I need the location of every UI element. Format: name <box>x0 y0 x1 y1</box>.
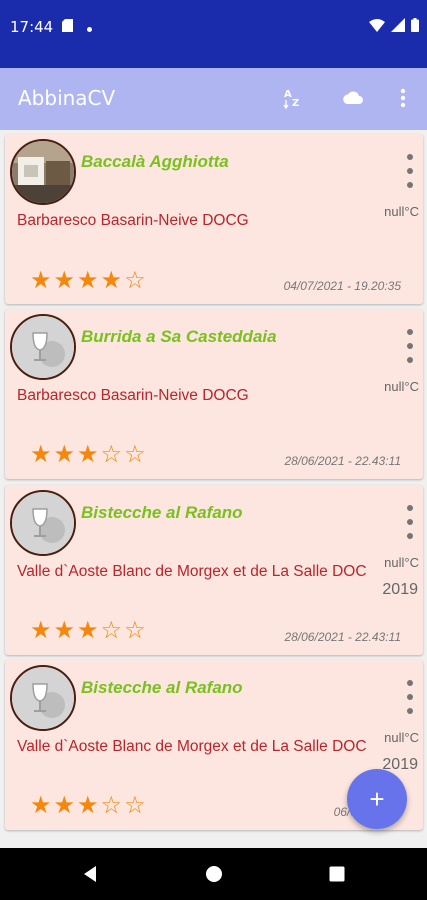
star-filled-icon: ★ <box>30 617 52 644</box>
temperature: null°C <box>384 204 419 219</box>
star-empty-icon: ☆ <box>100 792 123 819</box>
star-empty-icon: ☆ <box>124 792 146 819</box>
svg-text:Z: Z <box>292 98 299 109</box>
star-filled-icon: ★ <box>30 792 52 819</box>
wifi-icon <box>369 18 385 37</box>
signal-icon <box>391 18 405 37</box>
rating-stars: ★ ★ ★ ☆ ☆ <box>30 619 146 643</box>
app-title: AbbinaCV <box>18 86 116 110</box>
app-bar: AbbinaCV A Z <box>0 68 427 130</box>
star-empty-icon: ☆ <box>100 441 123 468</box>
wine-glass-placeholder-icon <box>10 665 76 731</box>
star-empty-icon: ☆ <box>124 617 146 644</box>
card-menu-icon[interactable] <box>403 680 417 714</box>
sd-card-icon <box>62 19 73 37</box>
star-filled-icon: ★ <box>77 441 99 468</box>
star-filled-icon: ★ <box>30 267 52 294</box>
star-filled-icon: ★ <box>100 267 123 294</box>
vintage-year: 2019 <box>382 581 418 598</box>
wine-name: Valle d`Aoste Blanc de Morgex et de La S… <box>17 563 367 580</box>
system-nav-bar <box>0 848 427 900</box>
timestamp: 04/07/2021 - 19.20:35 <box>283 279 401 293</box>
list-item[interactable]: Burrida a Sa Casteddaia null°C Barbaresc… <box>5 309 423 479</box>
wine-glass-placeholder-icon <box>10 490 76 556</box>
star-empty-icon: ☆ <box>124 267 146 294</box>
card-menu-icon[interactable] <box>403 329 417 363</box>
timestamp: 28/06/2021 - 22.43:11 <box>284 454 401 468</box>
battery-icon <box>411 18 419 37</box>
star-filled-icon: ★ <box>77 792 99 819</box>
star-empty-icon: ☆ <box>100 617 123 644</box>
star-filled-icon: ★ <box>77 617 99 644</box>
star-filled-icon: ★ <box>53 267 76 294</box>
more-vert-icon[interactable] <box>389 84 417 112</box>
star-filled-icon: ★ <box>77 267 99 294</box>
pairing-list: Baccalà Agghiotta null°C Barbaresco Basa… <box>0 130 427 848</box>
cloud-icon[interactable] <box>339 84 367 112</box>
wine-name: Valle d`Aoste Blanc de Morgex et de La S… <box>17 738 367 755</box>
add-button[interactable]: + <box>347 769 407 829</box>
temperature: null°C <box>384 730 419 745</box>
notification-dot-icon <box>87 19 92 37</box>
wine-name: Barbaresco Basarin-Neive DOCG <box>17 387 249 404</box>
status-time: 17:44 <box>10 18 54 36</box>
timestamp: 28/06/2021 - 22.43:11 <box>284 630 401 644</box>
dish-name: Bistecche al Rafano <box>81 503 243 522</box>
card-menu-icon[interactable] <box>403 505 417 539</box>
dish-name: Baccalà Agghiotta <box>81 152 229 171</box>
star-filled-icon: ★ <box>53 441 76 468</box>
rating-stars: ★ ★ ★ ☆ ☆ <box>30 443 146 467</box>
star-filled-icon: ★ <box>53 792 76 819</box>
rating-stars: ★ ★ ★ ☆ ☆ <box>30 794 146 818</box>
dish-name: Burrida a Sa Casteddaia <box>81 327 277 346</box>
dish-photo <box>10 139 76 205</box>
wine-glass-placeholder-icon <box>10 314 76 380</box>
card-menu-icon[interactable] <box>403 154 417 188</box>
svg-text:A: A <box>284 89 292 100</box>
temperature: null°C <box>384 555 419 570</box>
back-icon[interactable] <box>81 864 99 889</box>
star-filled-icon: ★ <box>53 617 76 644</box>
dish-name: Bistecche al Rafano <box>81 678 243 697</box>
temperature: null°C <box>384 379 419 394</box>
status-bar: 17:44 <box>0 0 427 68</box>
star-filled-icon: ★ <box>30 441 52 468</box>
list-item[interactable]: Bistecche al Rafano null°C Valle d`Aoste… <box>5 485 423 655</box>
star-empty-icon: ☆ <box>124 441 146 468</box>
home-icon[interactable] <box>205 864 223 889</box>
wine-name: Barbaresco Basarin-Neive DOCG <box>17 212 249 229</box>
sort-az-icon[interactable]: A Z <box>279 84 307 112</box>
list-item[interactable]: Baccalà Agghiotta null°C Barbaresco Basa… <box>5 134 423 304</box>
recents-icon[interactable] <box>328 864 346 889</box>
rating-stars: ★ ★ ★ ★ ☆ <box>30 269 146 293</box>
